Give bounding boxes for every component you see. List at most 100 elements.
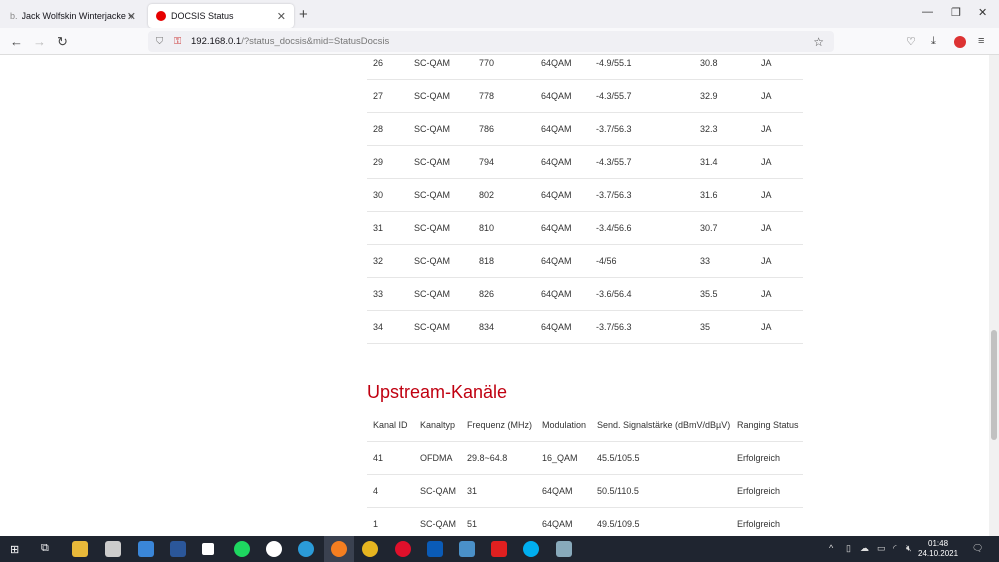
url-bar[interactable]: ⛉ ⚿ 192.168.0.1/?status_docsis&mid=Statu… (148, 31, 834, 52)
clock[interactable]: 01:48 24.10.2021 (918, 539, 958, 559)
chrome-icon[interactable] (362, 541, 378, 557)
tab-docsis-status[interactable]: DOCSIS Status ✕ (148, 4, 294, 28)
sky-icon[interactable] (427, 541, 443, 557)
notification-icon[interactable]: 🗨︎ (972, 543, 983, 554)
cell: 30.8 (700, 58, 718, 68)
firefox-icon[interactable] (331, 541, 347, 557)
cell: 834 (479, 322, 495, 332)
itunes-icon[interactable] (266, 541, 282, 557)
cell: 64QAM (541, 190, 572, 200)
cell: 41 (373, 453, 384, 463)
scrollbar[interactable] (989, 55, 999, 536)
upstream-row: 4 SC-QAM 31 64QAM 50.5/110.5 Erfolgreich (367, 475, 803, 508)
spotify-icon[interactable] (234, 541, 250, 557)
upstream-heading: Upstream-Kanäle (367, 382, 508, 402)
back-icon[interactable]: ← (10, 34, 23, 49)
avira-icon[interactable] (491, 541, 507, 557)
app-icon[interactable] (556, 541, 572, 557)
tray-chevron-icon[interactable]: ^ (829, 543, 833, 553)
dropbox-icon[interactable] (202, 543, 214, 555)
bookmark-star-icon[interactable]: ☆ (813, 35, 824, 49)
cell: 31.4 (700, 157, 718, 167)
cell: JA (761, 124, 772, 134)
wifi-icon[interactable]: ◜ (893, 543, 897, 554)
cell: SC-QAM (414, 91, 450, 101)
mail-icon[interactable] (138, 541, 154, 557)
edge-icon[interactable] (298, 541, 314, 557)
downstream-row: 27 SC-QAM 778 64QAM -4.3/55.7 32.9 JA (367, 80, 803, 113)
cell: Erfolgreich (737, 453, 781, 463)
cloud-error-icon[interactable]: ☁ (860, 543, 869, 554)
cell: SC-QAM (414, 256, 450, 266)
close-tab-icon[interactable]: ✕ (277, 10, 286, 23)
battery-icon[interactable]: ▭ (877, 543, 886, 554)
cell: 64QAM (541, 58, 572, 68)
task-view-icon[interactable]: ⧉ (41, 542, 49, 555)
scrollbar-thumb[interactable] (991, 330, 997, 440)
cell: 64QAM (542, 486, 573, 496)
close-window-icon[interactable]: ✕ (978, 6, 987, 19)
reload-icon[interactable]: ↻ (57, 34, 68, 50)
cell: 35 (700, 322, 711, 332)
cell: 16_QAM (542, 453, 578, 463)
cell: 34 (373, 322, 384, 332)
cell: SC-QAM (414, 289, 450, 299)
column-header: Frequenz (MHz) (467, 420, 533, 430)
cell: 27 (373, 91, 384, 101)
column-header: Kanal ID (373, 420, 408, 430)
cell: 4 (373, 486, 379, 496)
opera-icon[interactable] (395, 541, 411, 557)
adblock-icon[interactable] (954, 36, 966, 48)
phone-icon[interactable]: ▯ (846, 543, 851, 554)
store-icon[interactable] (105, 541, 121, 557)
windows-start-icon[interactable]: ⊞ (10, 543, 19, 556)
cell: 786 (479, 124, 495, 134)
cell: Erfolgreich (737, 486, 781, 496)
tab-label: DOCSIS Status (171, 11, 234, 21)
vodafone-favicon-icon (156, 11, 166, 21)
cell: 64QAM (541, 322, 572, 332)
forward-icon[interactable]: → (33, 34, 46, 49)
shield-icon: ⛉ (156, 36, 164, 47)
cell: -4.3/55.7 (596, 157, 632, 167)
cell: SC-QAM (414, 124, 450, 134)
download-icon[interactable]: ⤓ (931, 35, 936, 48)
minimize-icon[interactable]: — (922, 6, 933, 18)
cell: JA (761, 289, 772, 299)
cell: 50.5/110.5 (597, 486, 639, 496)
cell: SC-QAM (414, 190, 450, 200)
cell: 64QAM (541, 157, 572, 167)
date: 24.10.2021 (918, 549, 959, 558)
column-header: Kanaltyp (420, 420, 456, 430)
cell: 1 (373, 519, 379, 529)
restore-icon[interactable]: ❐ (951, 6, 961, 19)
cell: 28 (373, 124, 384, 134)
pocket-icon[interactable]: ♡ (906, 35, 916, 48)
menu-icon[interactable]: ≡ (978, 35, 984, 47)
close-tab-icon[interactable]: ✕ (127, 10, 136, 23)
volume-muted-icon[interactable]: 🔇︎ (906, 543, 912, 554)
explorer-icon[interactable] (72, 541, 88, 557)
upstream-row: 41 OFDMA 29.8~64.8 16_QAM 45.5/105.5 Erfolgre… (367, 442, 803, 475)
taskbar: ⊞ ⧉ ^ ▯ ☁ ▭ ◜ 🔇︎ 01:48 24.10.2021 🗨︎ (0, 536, 999, 562)
url-host: 192.168.0.1 (191, 36, 242, 47)
calculator-icon[interactable] (459, 541, 475, 557)
column-header: Send. Signalstärke (dBmV/dBµV) (597, 420, 731, 430)
column-header: Ranging Status (737, 420, 799, 430)
cell: 30.7 (700, 223, 718, 233)
cell: 818 (479, 256, 495, 266)
url-path: /?status_docsis&mid=StatusDocsis (241, 36, 390, 47)
word-icon[interactable] (170, 541, 186, 557)
new-tab-icon[interactable]: + (299, 6, 308, 23)
downstream-row: 26 SC-QAM 770 64QAM -4.9/55.1 30.8 JA (367, 55, 803, 80)
downstream-row: 34 SC-QAM 834 64QAM -3.7/56.3 35 JA (367, 311, 803, 344)
downstream-row: 28 SC-QAM 786 64QAM -3.7/56.3 32.3 JA (367, 113, 803, 146)
cell: 64QAM (541, 256, 572, 266)
cell: -4/56 (596, 256, 617, 266)
downstream-row: 30 SC-QAM 802 64QAM -3.7/56.3 31.6 JA (367, 179, 803, 212)
tab-jack-wolfskin[interactable]: b.Jack Wolfskin Winterjacke »OST✕ (2, 4, 144, 28)
tab-label: Jack Wolfskin Winterjacke »OST (21, 11, 134, 21)
skype-icon[interactable] (523, 541, 539, 557)
cell: 32.3 (700, 124, 718, 134)
cell: 31 (373, 223, 384, 233)
